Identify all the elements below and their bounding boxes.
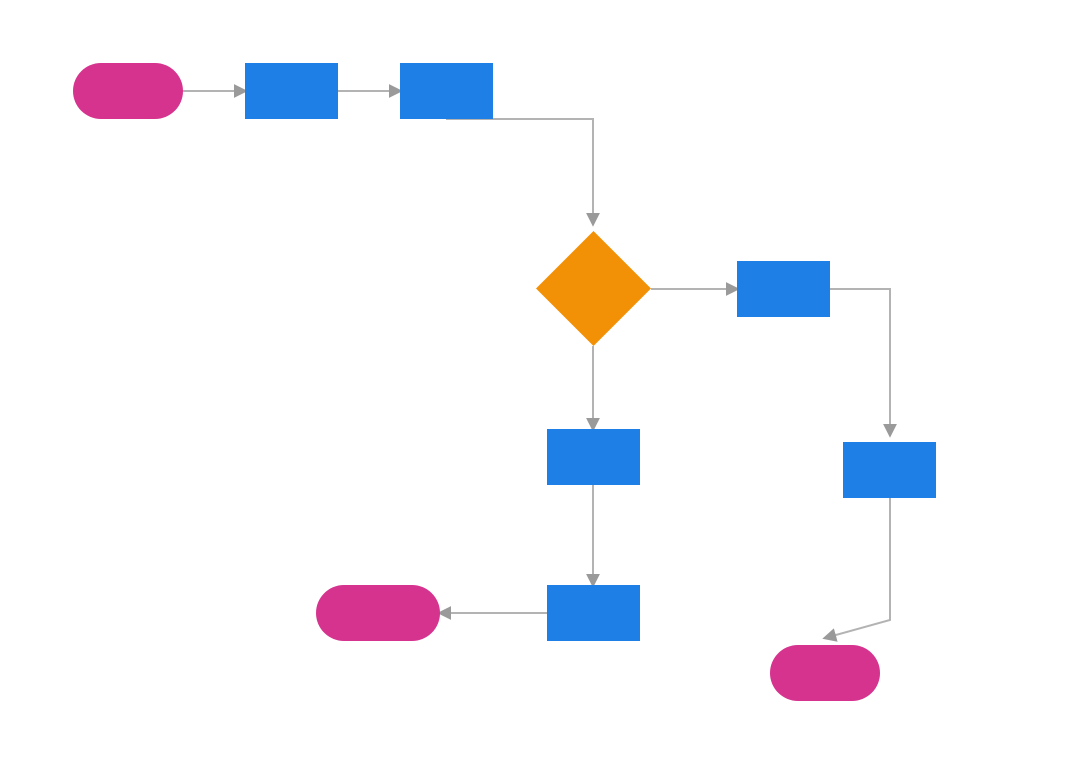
terminator-node-n1[interactable]	[73, 63, 183, 119]
decision-node-n4[interactable]	[536, 231, 651, 346]
flowchart-canvas	[0, 0, 1072, 760]
edge-n5-n6	[830, 289, 890, 435]
process-node-n8[interactable]	[547, 429, 640, 485]
process-node-n6[interactable]	[843, 442, 936, 498]
process-node-n5[interactable]	[737, 261, 830, 317]
edge-n6-n7	[825, 498, 890, 638]
terminator-node-n7[interactable]	[770, 645, 880, 701]
edge-n3-n4	[446, 119, 593, 224]
process-node-n3[interactable]	[400, 63, 493, 119]
process-node-n2[interactable]	[245, 63, 338, 119]
process-node-n9[interactable]	[547, 585, 640, 641]
terminator-node-n10[interactable]	[316, 585, 440, 641]
